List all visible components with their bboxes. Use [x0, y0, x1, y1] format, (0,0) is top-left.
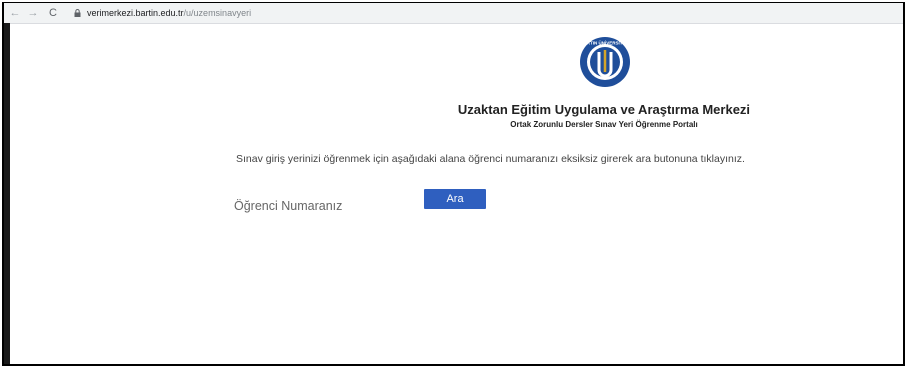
reload-icon[interactable]: C	[46, 6, 60, 20]
browser-toolbar: ← → C verimerkezi.bartin.edu.tr/u/uzemsi…	[4, 3, 903, 24]
page-subtitle: Ortak Zorunlu Dersler Sınav Yeri Öğrenme…	[510, 120, 698, 129]
instruction-text: Sınav giriş yerinizi öğrenmek için aşağı…	[236, 153, 745, 165]
lock-icon	[74, 9, 81, 17]
logo-text: BARTIN ÜNİVERSİTESİ	[580, 40, 630, 46]
page-title: Uzaktan Eğitim Uygulama ve Araştırma Mer…	[457, 102, 751, 117]
url-path: /u/uzemsinavyeri	[183, 8, 252, 18]
left-edge-shadow	[4, 23, 10, 364]
forward-icon[interactable]: →	[26, 6, 40, 20]
back-icon[interactable]: ←	[8, 6, 22, 20]
url-domain: verimerkezi.bartin.edu.tr	[87, 8, 184, 18]
window-frame: ← → C verimerkezi.bartin.edu.tr/u/uzemsi…	[2, 2, 905, 366]
university-logo: BARTIN ÜNİVERSİTESİ	[579, 36, 631, 88]
search-button[interactable]: Ara	[424, 189, 486, 209]
student-number-label: Öğrenci Numaranız	[234, 199, 343, 213]
address-bar[interactable]: verimerkezi.bartin.edu.tr/u/uzemsinavyer…	[74, 5, 251, 21]
